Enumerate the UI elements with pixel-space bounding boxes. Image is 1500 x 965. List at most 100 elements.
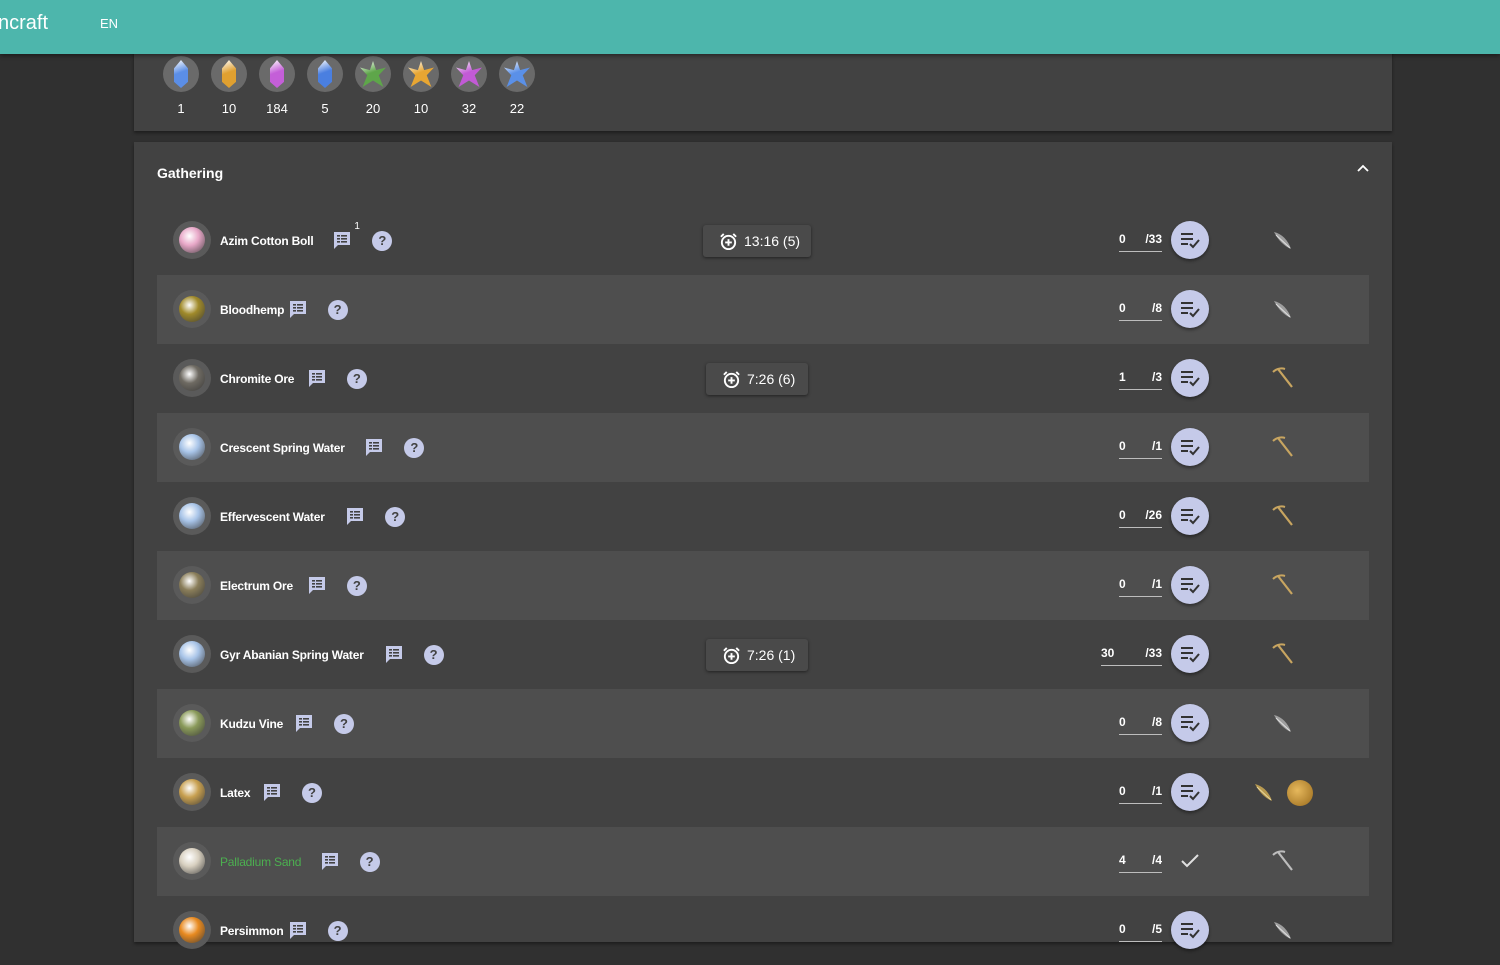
amount-underline: [1119, 320, 1162, 321]
item-name[interactable]: Palladium Sand: [220, 855, 301, 869]
mining-pickaxe-icon: [1270, 642, 1294, 666]
mark-done-button[interactable]: [1171, 635, 1209, 673]
mark-done-button[interactable]: [1171, 497, 1209, 535]
crystal-item: 5: [305, 56, 345, 116]
mark-done-button[interactable]: [1171, 221, 1209, 259]
item-icon[interactable]: [173, 911, 211, 949]
crystal-count: 32: [461, 101, 477, 116]
item-name[interactable]: Chromite Ore: [220, 372, 294, 386]
item-icon[interactable]: [173, 566, 211, 604]
amount-total: /5: [1151, 922, 1162, 936]
item-name[interactable]: Gyr Abanian Spring Water: [220, 648, 364, 662]
mark-done-button[interactable]: [1171, 773, 1209, 811]
amount-total: /26: [1145, 508, 1162, 522]
amount-input[interactable]: 0: [1119, 577, 1126, 591]
item-name[interactable]: Bloodhemp: [220, 303, 284, 317]
help-icon[interactable]: ?: [327, 300, 348, 320]
help-icon[interactable]: ?: [334, 714, 354, 734]
gathering-panel: Gathering Azim Cotton Boll 1? 13:16 (5) 0/3…: [134, 142, 1392, 949]
help-icon[interactable]: ?: [404, 438, 425, 458]
comments-icon[interactable]: [288, 299, 308, 319]
amount-underline: [1119, 596, 1162, 597]
item-name[interactable]: Latex: [220, 786, 251, 800]
alarm-add-icon: [719, 232, 738, 251]
comments-icon[interactable]: [384, 644, 404, 664]
botany-feather-icon: [1251, 780, 1275, 804]
gathering-row: Electrum Ore? 0/1: [157, 551, 1369, 620]
item-icon[interactable]: [173, 773, 211, 811]
alarm-timer-button[interactable]: 7:26 (6): [706, 363, 808, 395]
item-name[interactable]: Electrum Ore: [220, 579, 293, 593]
yellow-cluster-icon: [403, 56, 439, 92]
language-button[interactable]: EN: [100, 16, 118, 31]
comments-icon[interactable]: [307, 575, 327, 595]
amount-input[interactable]: 0: [1119, 301, 1126, 315]
comments-icon[interactable]: [345, 506, 365, 526]
botany-feather-icon: [1270, 918, 1294, 942]
comments-icon[interactable]: [364, 437, 384, 457]
item-name[interactable]: Effervescent Water: [220, 510, 325, 524]
item-name[interactable]: Crescent Spring Water: [220, 441, 345, 455]
amount-input[interactable]: 0: [1119, 922, 1126, 936]
mining-pickaxe-icon: [1270, 435, 1294, 459]
item-name[interactable]: Kudzu Vine: [220, 717, 283, 731]
item-icon[interactable]: [173, 290, 211, 328]
amount-underline: [1119, 251, 1162, 252]
gathering-row: Effervescent Water? 0/26: [157, 482, 1369, 551]
help-icon[interactable]: ?: [385, 507, 406, 527]
item-icon[interactable]: [173, 704, 211, 742]
item-icon[interactable]: [173, 635, 211, 673]
help-icon[interactable]: ?: [359, 852, 380, 872]
item-icon[interactable]: [173, 497, 211, 535]
comments-icon[interactable]: [294, 713, 314, 733]
item-icon[interactable]: [173, 359, 211, 397]
amount-input[interactable]: 0: [1119, 232, 1126, 246]
help-icon[interactable]: ?: [327, 921, 348, 941]
mining-pickaxe-icon: [1270, 504, 1294, 528]
amount-input[interactable]: 0: [1119, 508, 1126, 522]
amount-input[interactable]: 0: [1119, 715, 1126, 729]
comments-icon[interactable]: [320, 851, 340, 871]
amount-input[interactable]: 1: [1119, 370, 1126, 384]
help-icon[interactable]: ?: [372, 231, 393, 251]
amount-underline: [1119, 527, 1162, 528]
amount-input[interactable]: 4: [1119, 853, 1126, 867]
mark-done-button[interactable]: [1171, 566, 1209, 604]
amount-underline: [1119, 872, 1162, 873]
check-icon: [1180, 853, 1200, 869]
help-icon[interactable]: ?: [346, 576, 367, 596]
help-icon[interactable]: ?: [346, 369, 367, 389]
chevron-up-icon[interactable]: [1356, 161, 1370, 175]
comments-icon[interactable]: [332, 230, 352, 250]
alarm-timer-button[interactable]: 13:16 (5): [703, 225, 811, 257]
amount-underline: [1119, 389, 1162, 390]
mark-done-button[interactable]: [1171, 359, 1209, 397]
playlist-check-icon: [1181, 509, 1200, 525]
amount-input[interactable]: 30: [1101, 646, 1114, 660]
comments-icon[interactable]: [307, 368, 327, 388]
comments-icon[interactable]: [288, 920, 308, 940]
playlist-check-icon: [1181, 647, 1200, 663]
gathering-row: Chromite Ore? 7:26 (6) 1/3: [157, 344, 1369, 413]
help-icon[interactable]: ?: [302, 783, 322, 803]
amount-total: /33: [1145, 232, 1162, 246]
mark-done-button[interactable]: [1171, 911, 1209, 949]
item-icon[interactable]: [173, 842, 211, 880]
item-name[interactable]: Azim Cotton Boll: [220, 234, 314, 248]
gathering-row: Palladium Sand? 4/4: [157, 827, 1369, 896]
item-icon[interactable]: [173, 428, 211, 466]
alarm-timer-button[interactable]: 7:26 (1): [706, 639, 808, 671]
item-name[interactable]: Persimmon: [220, 924, 284, 938]
help-icon[interactable]: ?: [423, 645, 444, 665]
mark-done-button[interactable]: [1171, 290, 1209, 328]
comments-icon[interactable]: [262, 782, 282, 802]
item-icon[interactable]: [173, 221, 211, 259]
mark-done-button[interactable]: [1171, 704, 1209, 742]
timer-text: 13:16 (5): [744, 233, 801, 249]
top-app-bar: ncraft EN: [0, 0, 1500, 54]
app-title[interactable]: ncraft: [0, 12, 48, 35]
amount-total: /8: [1151, 301, 1162, 315]
amount-input[interactable]: 0: [1119, 784, 1126, 798]
amount-input[interactable]: 0: [1119, 439, 1126, 453]
mark-done-button[interactable]: [1171, 428, 1209, 466]
